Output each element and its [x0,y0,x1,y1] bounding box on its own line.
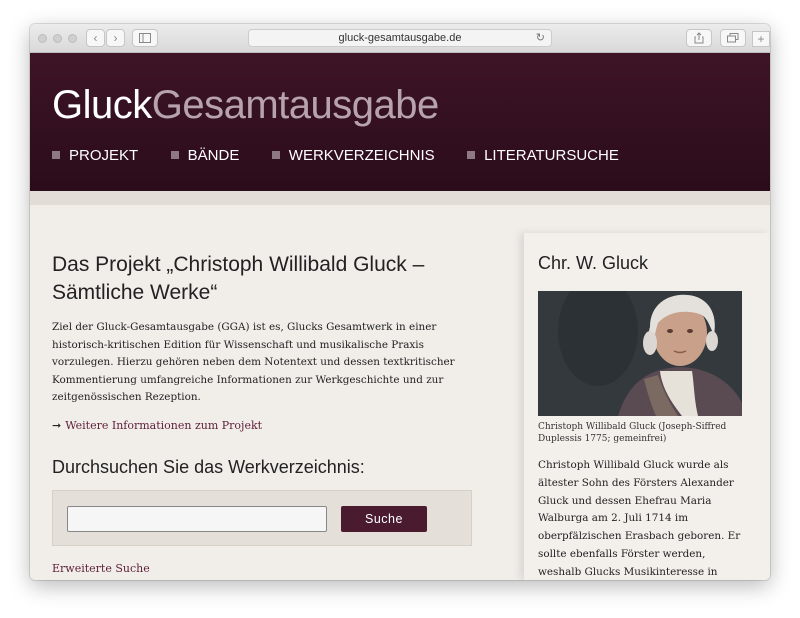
arrow-right-icon: ➞ [52,419,62,432]
logo-bold-text: Gluck [52,83,152,127]
nav-item-werkverzeichnis[interactable]: WERKVERZEICHNIS [271,147,435,164]
search-input[interactable] [67,506,327,532]
nav-item-projekt[interactable]: PROJEKT [52,147,138,164]
share-button[interactable] [686,29,712,47]
tabs-icon [727,31,739,45]
square-bullet-icon [170,151,179,159]
back-button[interactable]: ‹ [86,29,105,47]
browser-window: ‹ › gluck-gesamtausgabe.de ↻ + GluckGesa… [30,24,770,580]
search-panel: Suche [52,490,472,546]
sidebar-toggle-button[interactable] [132,29,158,47]
chevron-left-icon: ‹ [93,31,98,45]
logo-light-text: Gesamtausgabe [151,83,440,127]
portrait-caption: Christoph Willibald Gluck (Joseph-Siffre… [538,422,727,444]
close-window-icon[interactable] [38,34,47,43]
page-title: Das Projekt „Christoph Willibald Gluck –… [52,251,492,307]
sidebar-icon [139,31,151,45]
page-content: Das Projekt „Christoph Willibald Gluck –… [30,205,770,580]
site-header: GluckGesamtausgabe PROJEKT BÄNDE WERKVER… [30,53,770,191]
address-bar[interactable]: gluck-gesamtausgabe.de ↻ [248,29,552,47]
nav-label: PROJEKT [69,147,139,164]
url-text: gluck-gesamtausgabe.de [338,32,462,44]
chevron-right-icon: › [113,31,118,45]
nav-label: BÄNDE [187,147,240,164]
main-nav: PROJEKT BÄNDE WERKVERZEICHNIS LITERATURS… [52,147,647,165]
square-bullet-icon [467,151,476,159]
reload-icon[interactable]: ↻ [536,30,545,46]
bio-text: Christoph Willibald Gluck wurde als älte… [538,459,741,578]
new-tab-button[interactable]: + [752,31,770,47]
advanced-search-link[interactable]: Erweiterte Suche [52,562,150,575]
page-title-line-2: Sämtliche Werke“ [52,281,218,304]
site-logo[interactable]: GluckGesamtausgabe [52,83,439,128]
plus-icon: + [757,32,765,46]
search-heading: Durchsuchen Sie das Werkverzeichnis: [52,457,365,477]
more-info-link[interactable]: ➞ Weitere Informationen zum Projekt [52,419,262,432]
page-title-line-1: Das Projekt „Christoph Willibald Gluck – [52,253,425,276]
header-divider-band [30,191,770,205]
forward-button[interactable]: › [106,29,125,47]
share-icon [694,31,704,45]
intro-paragraph: Ziel der Gluck-Gesamtausgabe (GGA) ist e… [52,321,455,403]
square-bullet-icon [52,151,60,159]
nav-item-literatursuche[interactable]: LITERATURSUCHE [467,147,619,164]
nav-label: LITERATURSUCHE [484,147,619,164]
square-bullet-icon [271,151,280,159]
gluck-portrait-image[interactable] [538,291,742,416]
minimize-window-icon[interactable] [53,34,62,43]
search-button[interactable]: Suche [341,506,427,532]
tabs-overview-button[interactable] [720,29,746,47]
nav-label: WERKVERZEICHNIS [288,147,435,164]
sidebar-title: Chr. W. Gluck [538,253,649,273]
sidebar: Chr. W. Gluck Christoph Willibald Gluck … [524,233,770,580]
more-info-link-label: Weitere Informationen zum Projekt [65,419,263,432]
browser-toolbar: ‹ › gluck-gesamtausgabe.de ↻ + [30,24,770,53]
nav-item-baende[interactable]: BÄNDE [170,147,240,164]
zoom-window-icon[interactable] [68,34,77,43]
